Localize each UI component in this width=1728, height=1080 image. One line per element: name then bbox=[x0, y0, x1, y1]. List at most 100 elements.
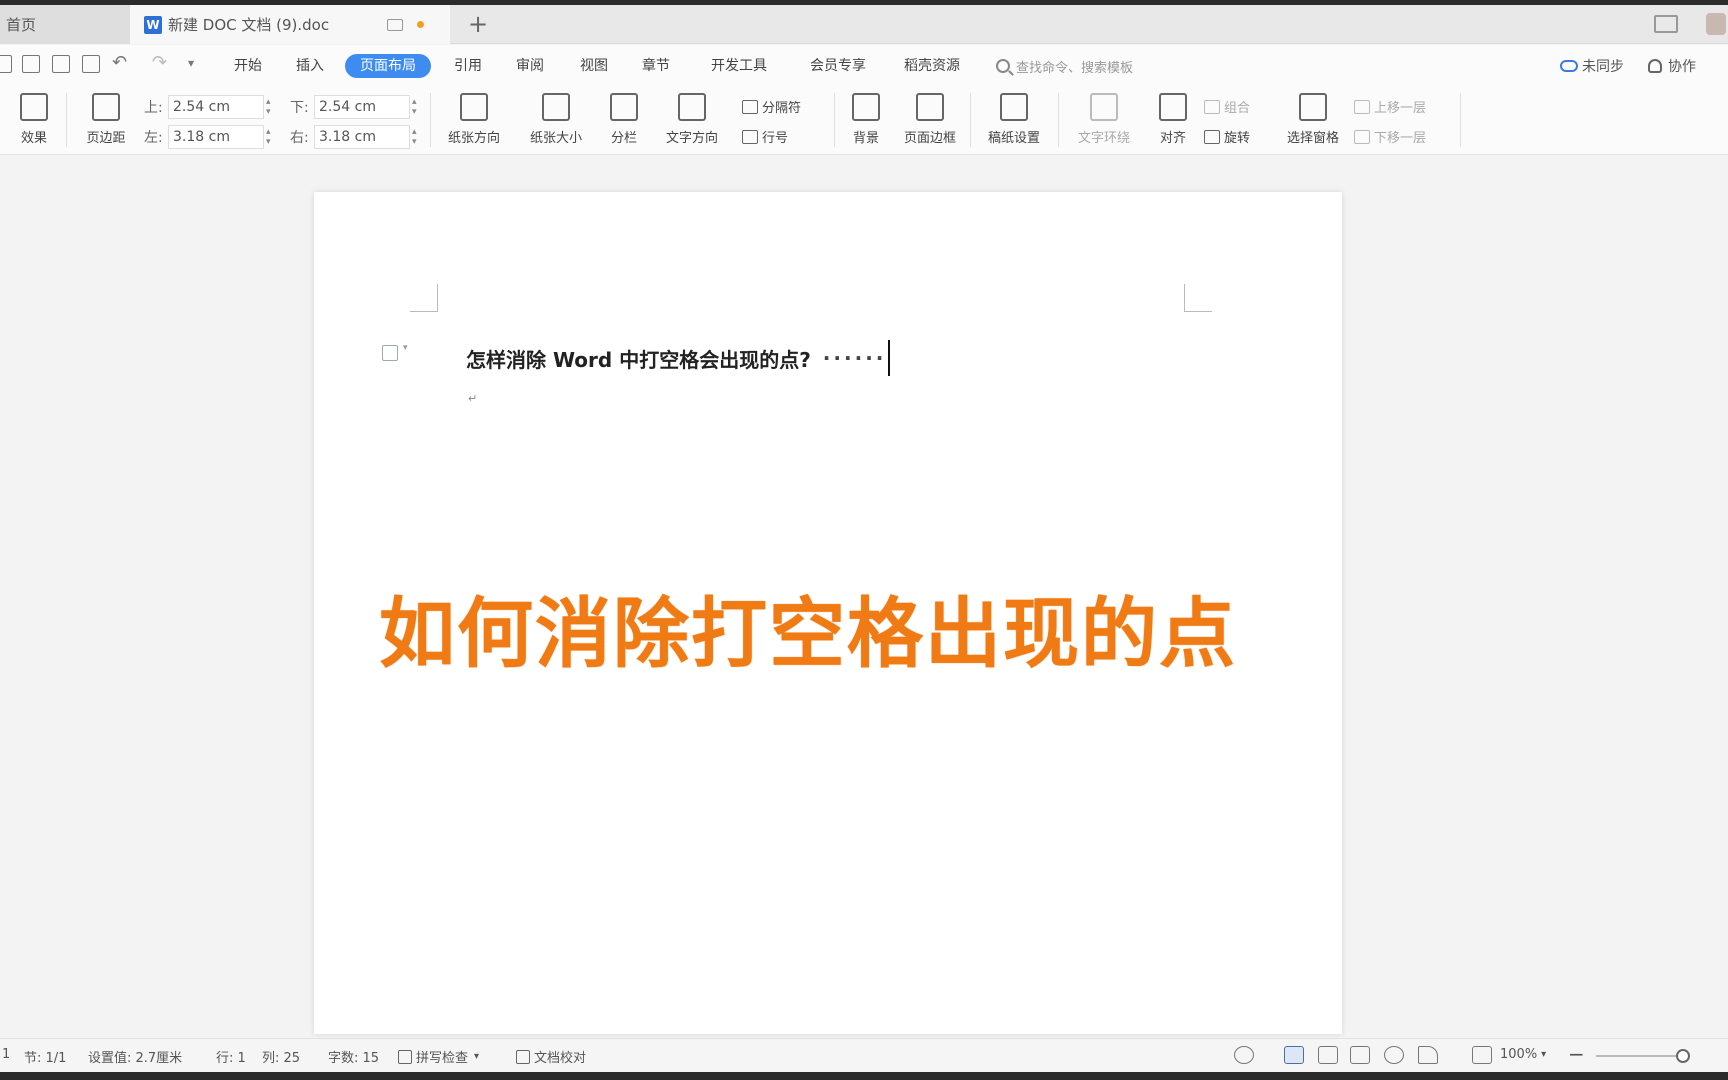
spell-check-button[interactable]: 拼写检查 ▾ bbox=[398, 1047, 479, 1066]
zoom-slider-handle[interactable] bbox=[1676, 1049, 1690, 1063]
menu-page-layout[interactable]: 页面布局 bbox=[345, 54, 431, 78]
spell-check-icon bbox=[398, 1049, 412, 1064]
orientation-button[interactable]: 纸张方向 bbox=[436, 85, 512, 155]
breaks-icon bbox=[742, 99, 758, 114]
sync-button[interactable]: 未同步 bbox=[1560, 54, 1624, 78]
breaks-label: 分隔符 bbox=[762, 101, 802, 116]
effects-button[interactable]: 效果 bbox=[8, 85, 60, 155]
page-view-icon[interactable] bbox=[1284, 1046, 1304, 1064]
outline-view-icon[interactable] bbox=[1318, 1046, 1338, 1064]
orientation-label: 纸张方向 bbox=[447, 131, 500, 146]
corner-mark-top-right bbox=[1184, 284, 1212, 312]
menu-review[interactable]: 审阅 bbox=[510, 54, 550, 78]
menu-view[interactable]: 视图 bbox=[574, 54, 614, 78]
menu-chapter[interactable]: 章节 bbox=[636, 54, 676, 78]
status-position[interactable]: 设置值: 2.7厘米 bbox=[88, 1047, 182, 1066]
status-section[interactable]: 节: 1/1 bbox=[24, 1047, 66, 1066]
orientation-icon bbox=[460, 93, 488, 121]
eye-protection-icon[interactable] bbox=[1234, 1046, 1254, 1064]
undo-icon[interactable]: ↶ bbox=[112, 53, 127, 73]
breaks-button[interactable]: 分隔符 bbox=[742, 97, 801, 116]
search-placeholder: 查找命令、搜索模板 bbox=[1016, 60, 1134, 76]
avatar[interactable] bbox=[1706, 13, 1726, 35]
text-wrap-label: 文字环绕 bbox=[1077, 131, 1130, 146]
columns-button[interactable]: 分栏 bbox=[600, 85, 648, 155]
spinner-icon[interactable]: ▴ ▾ bbox=[266, 97, 276, 117]
spinner-icon[interactable]: ▴ ▾ bbox=[412, 127, 422, 147]
background-button[interactable]: 背景 bbox=[840, 85, 892, 155]
status-word-count[interactable]: 字数: 15 bbox=[328, 1047, 379, 1066]
reading-view-icon[interactable] bbox=[1350, 1046, 1370, 1064]
status-row[interactable]: 行: 1 bbox=[216, 1047, 246, 1066]
collaborate-button[interactable]: 协作 bbox=[1648, 54, 1696, 78]
background-icon bbox=[852, 93, 880, 121]
menu-start[interactable]: 开始 bbox=[228, 54, 268, 78]
window-layout-icon[interactable] bbox=[1654, 15, 1678, 33]
fit-page-icon[interactable] bbox=[1472, 1046, 1492, 1064]
print-preview-icon[interactable] bbox=[82, 55, 100, 73]
margin-bottom-input[interactable]: 2.54 cm bbox=[314, 95, 410, 119]
comment-icon[interactable] bbox=[387, 18, 403, 31]
line-numbers-button[interactable]: 行号 bbox=[742, 127, 788, 146]
send-backward-label: 下移一层 bbox=[1374, 131, 1427, 146]
send-backward-button[interactable]: 下移一层 bbox=[1354, 127, 1426, 146]
print-icon[interactable] bbox=[52, 55, 70, 73]
web-view-icon[interactable] bbox=[1384, 1046, 1404, 1064]
menu-member[interactable]: 会员专享 bbox=[800, 54, 876, 78]
zoom-out-icon[interactable]: − bbox=[1568, 1042, 1585, 1066]
rotate-button[interactable]: 旋转 bbox=[1204, 127, 1250, 146]
menu-docer[interactable]: 稻壳资源 bbox=[894, 54, 970, 78]
spinner-icon[interactable]: ▴ ▾ bbox=[412, 97, 422, 117]
margin-bottom-label: 下: bbox=[290, 100, 309, 116]
tab-home[interactable]: 首页 bbox=[0, 5, 130, 44]
text-direction-button[interactable]: 文字方向 bbox=[654, 85, 730, 155]
zoom-slider[interactable] bbox=[1596, 1055, 1686, 1057]
spinner-icon[interactable]: ▴ ▾ bbox=[266, 127, 276, 147]
margin-right-field[interactable]: 右: 3.18 cm ▴ ▾ bbox=[290, 125, 422, 149]
status-column[interactable]: 列: 25 bbox=[262, 1047, 300, 1066]
send-backward-icon bbox=[1354, 129, 1370, 144]
menu-references[interactable]: 引用 bbox=[448, 54, 488, 78]
text-direction-label: 文字方向 bbox=[665, 131, 718, 146]
zoom-level[interactable]: 100% ▾ bbox=[1500, 1047, 1546, 1062]
group-button[interactable]: 组合 bbox=[1204, 97, 1250, 116]
save-icon[interactable] bbox=[0, 55, 12, 73]
margin-left-field[interactable]: 左: 3.18 cm ▴ ▾ bbox=[144, 125, 276, 149]
margin-top-input[interactable]: 2.54 cm bbox=[168, 95, 264, 119]
margin-right-input[interactable]: 3.18 cm bbox=[314, 125, 410, 149]
document-heading[interactable]: 怎样消除 Word 中打空格会出现的点? ······ bbox=[466, 340, 891, 376]
manuscript-grid-icon bbox=[1000, 93, 1028, 121]
write-mode-icon[interactable] bbox=[1418, 1046, 1438, 1064]
search-icon bbox=[996, 59, 1010, 73]
space-marks: ······ bbox=[822, 346, 887, 370]
manuscript-button[interactable]: 稿纸设置 bbox=[976, 85, 1052, 155]
paragraph-handle-icon[interactable] bbox=[382, 345, 398, 361]
export-icon[interactable] bbox=[22, 55, 40, 73]
doc-check-button[interactable]: 文档校对 bbox=[516, 1047, 586, 1066]
doc-check-icon bbox=[516, 1049, 530, 1064]
margin-right-label: 右: bbox=[290, 130, 309, 146]
paper-size-button[interactable]: 纸张大小 bbox=[518, 85, 594, 155]
command-search[interactable]: 查找命令、搜索模板 bbox=[996, 54, 1226, 78]
margin-bottom-field[interactable]: 下: 2.54 cm ▴ ▾ bbox=[290, 95, 422, 119]
page-border-button[interactable]: 页面边框 bbox=[896, 85, 964, 155]
margin-top-field[interactable]: 上: 2.54 cm ▴ ▾ bbox=[144, 95, 276, 119]
margins-button[interactable]: 页边距 bbox=[74, 85, 138, 155]
align-button[interactable]: 对齐 bbox=[1148, 85, 1198, 155]
menu-insert[interactable]: 插入 bbox=[290, 54, 330, 78]
text-wrap-button[interactable]: 文字环绕 bbox=[1064, 85, 1144, 155]
customize-chevron-icon[interactable]: ▾ bbox=[188, 53, 194, 73]
selection-pane-label: 选择窗格 bbox=[1286, 131, 1339, 146]
doc-check-label: 文档校对 bbox=[534, 1051, 587, 1066]
tab-document[interactable]: W 新建 DOC 文档 (9).doc bbox=[130, 5, 450, 44]
selection-pane-button[interactable]: 选择窗格 bbox=[1278, 85, 1348, 155]
cloud-sync-icon bbox=[1560, 60, 1578, 72]
redo-icon[interactable]: ↷ bbox=[152, 53, 167, 73]
new-tab-button[interactable]: + bbox=[466, 10, 490, 38]
bring-forward-button[interactable]: 上移一层 bbox=[1354, 97, 1426, 116]
columns-icon bbox=[610, 93, 638, 121]
status-page[interactable]: 1 bbox=[2, 1047, 10, 1062]
chevron-down-icon[interactable]: ▾ bbox=[403, 343, 408, 353]
margin-left-input[interactable]: 3.18 cm bbox=[168, 125, 264, 149]
menu-developer[interactable]: 开发工具 bbox=[700, 54, 778, 78]
